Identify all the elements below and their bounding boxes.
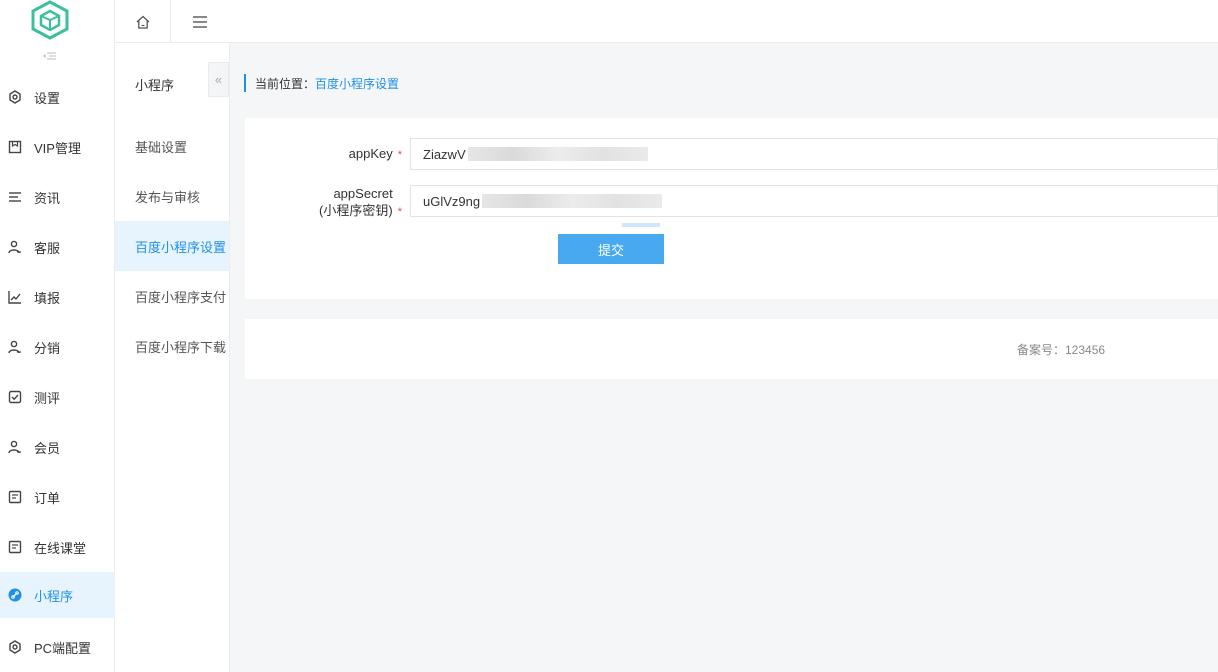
home-button[interactable] bbox=[115, 0, 171, 43]
focus-mark bbox=[622, 223, 660, 227]
redacted-blur bbox=[467, 147, 648, 161]
sub-sidebar-collapse-button[interactable]: « bbox=[208, 62, 229, 97]
user-check-icon bbox=[8, 440, 22, 454]
icp-record: 备案号：123456 bbox=[1017, 343, 1106, 357]
breadcrumb-prefix: 当前位置： bbox=[255, 76, 316, 91]
user-check-icon bbox=[8, 340, 22, 354]
settings-form-card: appKey * ZiazwV appSecret * (小程序密钥) * uGlVz… bbox=[245, 118, 1218, 299]
breadcrumb-current[interactable]: 百度小程序设置 bbox=[315, 75, 399, 92]
gear-icon bbox=[8, 90, 22, 104]
sub-item-baidu-download[interactable]: 百度小程序下载 bbox=[115, 321, 229, 371]
sub-item-publish-review[interactable]: 发布与审核 bbox=[115, 171, 229, 221]
double-chevron-left-icon: « bbox=[214, 72, 223, 87]
sidebar-collapse-icon[interactable] bbox=[43, 51, 57, 61]
sidebar-item-label: 填报 bbox=[34, 290, 61, 306]
app-key-field[interactable]: ZiazwV bbox=[410, 138, 1218, 170]
app-secret-label-text: appSecret bbox=[333, 186, 393, 201]
menu-toggle-button[interactable] bbox=[172, 0, 228, 43]
sidebar-item-distribution[interactable]: 分销 bbox=[0, 324, 115, 370]
sub-item-baidu-payment[interactable]: 百度小程序支付 bbox=[115, 271, 229, 321]
checkbox-icon bbox=[8, 390, 22, 404]
main-sidebar: 设置 VIP管理 资讯 客服 填报 分销 测评 会员 订单 在线课堂 小程序 P… bbox=[0, 0, 115, 672]
app-secret-value: uGlVz9ng bbox=[423, 193, 481, 209]
sidebar-item-label: 小程序 bbox=[34, 588, 74, 604]
list-icon bbox=[8, 190, 22, 204]
document-icon bbox=[8, 540, 22, 554]
document-icon bbox=[8, 490, 22, 504]
home-icon bbox=[136, 15, 149, 29]
footer: 备案号：123456 bbox=[245, 319, 1218, 379]
sidebar-item-label: 测评 bbox=[34, 390, 61, 406]
app-key-label-text: appKey bbox=[348, 146, 393, 161]
sub-item-basic-settings[interactable]: 基础设置 bbox=[115, 121, 229, 171]
sidebar-item-evaluation[interactable]: 测评 bbox=[0, 374, 115, 420]
sidebar-item-label: PC端配置 bbox=[34, 640, 92, 656]
redacted-blur bbox=[482, 194, 663, 208]
app-secret-sublabel: (小程序密钥) bbox=[319, 203, 393, 218]
sidebar-item-label: 在线课堂 bbox=[34, 540, 87, 556]
sub-sidebar-title: 小程序 bbox=[135, 78, 175, 93]
sidebar-item-news[interactable]: 资讯 bbox=[0, 174, 115, 220]
app-key-value: ZiazwV bbox=[423, 146, 466, 162]
sidebar-item-members[interactable]: 会员 bbox=[0, 424, 115, 470]
sub-item-baidu-settings[interactable]: 百度小程序设置 bbox=[115, 221, 229, 271]
top-bar bbox=[115, 0, 1218, 43]
sidebar-item-service[interactable]: 客服 bbox=[0, 224, 115, 270]
sidebar-item-label: 客服 bbox=[34, 240, 61, 256]
link-icon bbox=[8, 588, 22, 602]
sidebar-item-label: 设置 bbox=[34, 90, 61, 106]
app-secret-field[interactable]: uGlVz9ng bbox=[410, 185, 1218, 217]
chart-icon bbox=[8, 290, 22, 304]
required-mark: * bbox=[397, 206, 402, 218]
bookmark-icon bbox=[8, 140, 22, 154]
sidebar-item-report[interactable]: 填报 bbox=[0, 274, 115, 320]
sidebar-item-label: VIP管理 bbox=[34, 140, 81, 156]
sidebar-item-label: 订单 bbox=[34, 490, 61, 506]
sidebar-item-vip[interactable]: VIP管理 bbox=[0, 124, 115, 170]
sidebar-item-label: 资讯 bbox=[34, 190, 61, 206]
logo-icon[interactable] bbox=[29, 0, 71, 40]
user-check-icon bbox=[8, 240, 22, 254]
gear-icon bbox=[8, 640, 22, 654]
hamburger-icon bbox=[193, 15, 207, 28]
submit-button[interactable]: 提交 bbox=[558, 234, 664, 264]
app-secret-label: appSecret* (小程序密钥)* bbox=[245, 186, 402, 220]
sidebar-item-pc-config[interactable]: PC端配置 bbox=[0, 624, 115, 670]
app-key-label: appKey * bbox=[245, 146, 402, 163]
breadcrumb: 当前位置： 百度小程序设置 bbox=[244, 74, 399, 92]
sidebar-item-orders[interactable]: 订单 bbox=[0, 474, 115, 520]
sidebar-item-settings[interactable]: 设置 bbox=[0, 74, 115, 120]
sidebar-item-label: 会员 bbox=[34, 440, 61, 456]
sidebar-item-online-class[interactable]: 在线课堂 bbox=[0, 524, 115, 570]
sidebar-item-label: 分销 bbox=[34, 340, 61, 356]
sidebar-item-mini-program[interactable]: 小程序 bbox=[0, 572, 115, 618]
required-mark: * bbox=[397, 149, 402, 161]
sub-sidebar: 小程序 « 基础设置 发布与审核 百度小程序设置 百度小程序支付 百度小程序下载 bbox=[115, 43, 230, 672]
